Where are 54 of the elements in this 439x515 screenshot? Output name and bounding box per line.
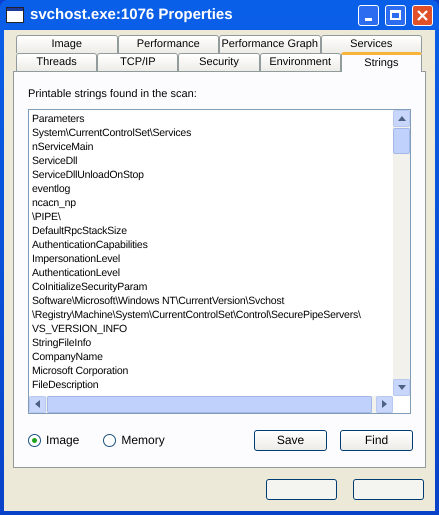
caption: Printable strings found in the scan:: [28, 87, 198, 102]
list-item[interactable]: ServiceDll: [32, 154, 392, 168]
list-item[interactable]: AuthenticationLevel: [32, 266, 392, 280]
window-title: svchost.exe:1076 Properties: [30, 4, 234, 25]
right-arrow-icon: [382, 400, 387, 408]
left-arrow-icon: [35, 400, 40, 408]
scroll-right-button[interactable]: [376, 396, 393, 412]
list-item[interactable]: StringFileInfo: [32, 336, 392, 350]
tab[interactable]: Environment: [260, 53, 341, 71]
tab[interactable]: TCP/IP: [97, 53, 178, 71]
tab[interactable]: Services: [320, 35, 422, 53]
list-item[interactable]: ImpersonationLevel: [32, 252, 392, 266]
maximize-button[interactable]: [385, 4, 406, 26]
scroll-left-button[interactable]: [29, 396, 46, 412]
radio-label[interactable]: Memory: [121, 431, 165, 449]
list-item[interactable]: ncacn_np: [32, 196, 392, 210]
close-icon: [417, 10, 428, 20]
scroll-thumb[interactable]: [393, 128, 410, 154]
down-arrow-icon: [398, 384, 406, 390]
tab[interactable]: Image: [16, 35, 118, 53]
list-item[interactable]: ServiceDllUnloadOnStop: [32, 168, 392, 182]
vertical-scrollbar[interactable]: [393, 110, 410, 396]
radio-button[interactable]: [103, 434, 116, 446]
list-item[interactable]: CompanyName: [32, 350, 392, 364]
list-item[interactable]: CoInitializeSecurityParam: [32, 280, 392, 294]
list-item[interactable]: nServiceMain: [32, 140, 392, 154]
list-item[interactable]: Parameters: [32, 112, 392, 126]
tab[interactable]: Threads: [16, 53, 98, 71]
list-item[interactable]: FileDescription: [32, 378, 392, 392]
dialog-button[interactable]: [266, 479, 337, 500]
list-item[interactable]: DefaultRpcStackSize: [32, 224, 392, 238]
close-button[interactable]: [412, 4, 433, 26]
list-item[interactable]: \Registry\Machine\System\CurrentControlSet\Control\SecurePipeServers\: [32, 308, 392, 322]
tab[interactable]: Performance: [118, 35, 219, 53]
list-item[interactable]: Microsoft Corporation: [32, 364, 392, 378]
radio-label[interactable]: Image: [46, 431, 80, 449]
tab[interactable]: Strings: [340, 52, 422, 72]
action-button[interactable]: Find: [340, 430, 413, 450]
scroll-down-button[interactable]: [393, 378, 410, 396]
tab[interactable]: Performance Graph: [219, 35, 320, 53]
action-button[interactable]: Save: [254, 430, 327, 450]
minimize-button[interactable]: [358, 4, 379, 26]
list-item[interactable]: Software\Microsoft\Windows NT\CurrentVersion\Svchost: [32, 294, 392, 308]
tab[interactable]: Security: [178, 53, 260, 71]
window-icon: [6, 7, 24, 23]
list-item[interactable]: VS_VERSION_INFO: [32, 322, 392, 336]
scroll-up-button[interactable]: [393, 110, 410, 126]
dialog-button[interactable]: [353, 479, 424, 500]
list-item[interactable]: AuthenticationCapabilities: [32, 238, 392, 252]
radio-button[interactable]: [28, 434, 41, 446]
list-item[interactable]: \PIPE\: [32, 210, 392, 224]
list-item[interactable]: eventlog: [32, 182, 392, 196]
up-arrow-icon: [398, 116, 406, 120]
list-item[interactable]: System\CurrentControlSet\Services: [32, 126, 392, 140]
